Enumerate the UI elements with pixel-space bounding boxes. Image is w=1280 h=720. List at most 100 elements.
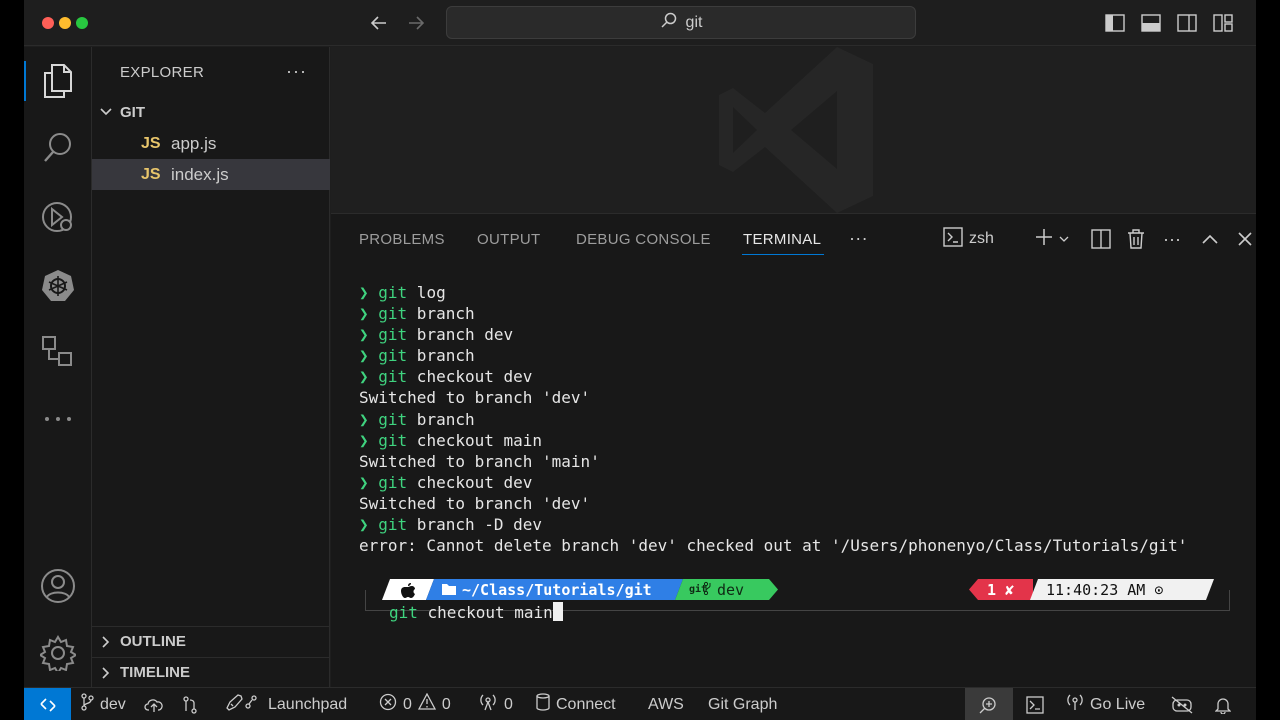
error-count: 0 [403, 695, 412, 713]
javascript-file-icon: JS [141, 165, 161, 183]
terminal-line: ❯ git branch [359, 346, 475, 366]
command-center-text: git [685, 13, 703, 31]
timeline-section-header[interactable]: TIMELINE [92, 657, 330, 687]
git-sync-icon[interactable] [182, 688, 198, 720]
folder-name: GIT [120, 103, 145, 121]
status-bar: dev Launchpad 0 0 0 Connect AWS Git Grap… [24, 687, 1256, 720]
active-tab-indicator [742, 254, 824, 255]
git-branch-icon [80, 693, 94, 716]
chevron-down-icon [1059, 230, 1069, 248]
trash-icon[interactable] [1127, 228, 1145, 250]
terminal-line: ❯ git checkout main [359, 430, 543, 450]
warning-icon [417, 692, 436, 716]
forward-arrow-icon[interactable] [403, 10, 429, 36]
file-item-app-js[interactable]: JS app.js [92, 128, 330, 159]
back-arrow-icon[interactable] [366, 10, 392, 36]
run-and-debug-icon[interactable] [24, 191, 92, 243]
search-icon [660, 11, 678, 34]
terminal-line: ❯ git log [359, 283, 446, 302]
terminal-output-line: Switched to branch 'main' [359, 451, 600, 471]
terminal-shell-selector[interactable]: zsh [943, 226, 994, 252]
tab-output[interactable]: OUTPUT [477, 231, 540, 248]
chevron-down-icon [92, 108, 120, 116]
path-prefix: ~/Class/Tutorials/ [462, 580, 625, 599]
file-item-index-js[interactable]: JS index.js [92, 159, 330, 190]
outline-label: OUTLINE [120, 633, 186, 650]
launchpad-label: Launchpad [268, 695, 348, 713]
timeline-label: TIMELINE [120, 664, 190, 681]
folder-git-header[interactable]: GIT [92, 97, 330, 127]
broadcast-icon [478, 693, 498, 716]
rocket-icon [224, 693, 262, 716]
outline-section-header[interactable]: OUTLINE [92, 626, 330, 656]
launchpad-status-item[interactable]: Launchpad [224, 688, 347, 720]
close-panel-icon[interactable] [1238, 228, 1252, 250]
split-terminal-icon[interactable] [1091, 228, 1111, 250]
aws-status-item[interactable]: AWS [648, 688, 684, 720]
prompt-path-segment: ~/Class/Tutorials/git [426, 579, 683, 600]
git-branch-icon: git [689, 581, 711, 599]
kubernetes-icon[interactable] [24, 259, 92, 311]
publish-branch-icon[interactable] [144, 688, 164, 720]
remote-window-button[interactable] [24, 688, 71, 720]
chevron-right-icon [92, 635, 120, 648]
layout-controls [1104, 12, 1234, 34]
broadcast-icon [1066, 693, 1084, 716]
terminal-icon[interactable] [1026, 688, 1044, 720]
panel-more-tabs-button[interactable]: ··· [849, 228, 868, 249]
more-views-icon[interactable] [24, 393, 92, 445]
prompt-error-status: 1 ✘ [969, 579, 1033, 600]
explorer-title: EXPLORER [120, 64, 205, 81]
copilot-disabled-icon[interactable] [1171, 688, 1193, 720]
notifications-bell-icon[interactable] [1215, 688, 1231, 720]
error-icon [379, 693, 397, 716]
minimize-window-button[interactable] [59, 17, 71, 29]
tab-debug-console[interactable]: DEBUG CONSOLE [576, 231, 711, 248]
shell-name: zsh [969, 230, 994, 247]
terminal-line: ❯ git branch [359, 409, 475, 429]
chevron-right-icon [92, 666, 120, 679]
git-graph-status-item[interactable]: Git Graph [708, 688, 777, 720]
tab-problems[interactable]: PROBLEMS [359, 231, 445, 248]
terminal-icon [943, 226, 963, 252]
problems-status-item[interactable]: 0 0 [379, 688, 451, 720]
plus-icon [1035, 228, 1053, 251]
terminal-line: ❯ git branch [359, 304, 475, 324]
tab-terminal[interactable]: TERMINAL [743, 231, 821, 248]
apple-logo-icon [382, 579, 434, 600]
explorer-more-actions-button[interactable]: ··· [286, 61, 307, 82]
prompt-git-segment: git dev [675, 579, 778, 600]
connect-status-item[interactable]: Connect [536, 688, 616, 720]
current-command-line[interactable]: git checkout main [389, 602, 563, 622]
terminal-output-line: Switched to branch 'dev' [359, 388, 591, 408]
title-bar: git [24, 0, 1256, 46]
branch-status-item[interactable]: dev [80, 688, 126, 720]
command-center-search[interactable]: git [446, 6, 916, 39]
toggle-secondary-sidebar-icon[interactable] [1176, 12, 1198, 34]
manage-gear-icon[interactable] [24, 627, 92, 679]
terminal-line: ❯ git branch dev [359, 325, 514, 345]
go-live-status-item[interactable]: Go Live [1066, 688, 1145, 720]
vscode-logo-watermark [707, 47, 877, 218]
toggle-primary-sidebar-icon[interactable] [1104, 12, 1126, 34]
zoom-icon[interactable] [979, 688, 997, 720]
file-name: app.js [171, 133, 217, 153]
connect-label: Connect [556, 695, 616, 713]
activity-bar [24, 47, 92, 687]
search-icon[interactable] [24, 122, 92, 174]
explorer-icon[interactable] [24, 55, 92, 107]
javascript-file-icon: JS [141, 134, 161, 152]
customize-layout-icon[interactable] [1212, 12, 1234, 34]
ports-status-item[interactable]: 0 [478, 688, 513, 720]
warning-count: 0 [441, 695, 451, 713]
maximize-panel-chevron-up-icon[interactable] [1202, 228, 1218, 250]
toggle-panel-icon[interactable] [1140, 12, 1162, 34]
close-window-button[interactable] [42, 17, 54, 29]
bottom-panel: PROBLEMS OUTPUT DEBUG CONSOLE TERMINAL ·… [331, 213, 1256, 687]
terminal-output[interactable]: ❯ git log ❯ git branch ❯ git branch dev ❯ g… [359, 282, 1187, 556]
accounts-icon[interactable] [24, 560, 92, 612]
new-terminal-button[interactable] [1035, 228, 1069, 250]
maximize-window-button[interactable] [76, 17, 88, 29]
remote-explorer-icon[interactable] [24, 326, 92, 378]
terminal-more-actions-button[interactable]: ··· [1163, 228, 1181, 250]
